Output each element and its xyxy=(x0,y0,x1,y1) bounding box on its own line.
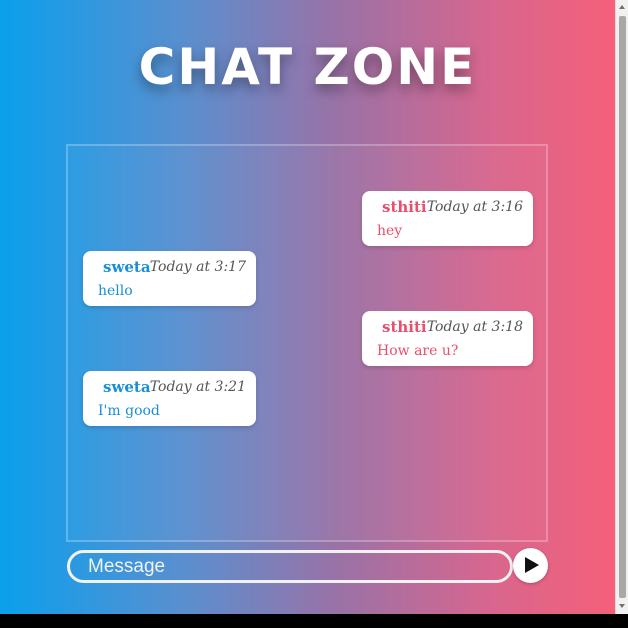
message-input-wrapper xyxy=(67,550,513,583)
sender-name: sweta xyxy=(103,258,151,276)
sender-name: sweta xyxy=(103,378,151,396)
page-scrollbar[interactable] xyxy=(615,0,628,614)
scroll-up-arrow-icon[interactable] xyxy=(619,5,625,9)
message-time: Today at 3:18 xyxy=(426,319,523,335)
messages-panel[interactable]: sthiti Today at 3:16 hey sweta Today at … xyxy=(66,144,548,542)
message-bubble: sweta Today at 3:17 hello xyxy=(83,251,256,306)
chat-app: CHAT ZONE sthiti Today at 3:16 hey sweta… xyxy=(0,0,615,614)
sender-name: sthiti xyxy=(382,318,427,336)
message-input[interactable] xyxy=(88,553,498,580)
scroll-down-arrow-icon[interactable] xyxy=(619,604,625,608)
sender-name: sthiti xyxy=(382,198,427,216)
bottom-edge xyxy=(0,614,628,628)
message-time: Today at 3:17 xyxy=(149,259,246,275)
play-icon xyxy=(525,557,539,573)
message-text: hello xyxy=(98,283,133,299)
message-time: Today at 3:16 xyxy=(426,199,523,215)
message-text: hey xyxy=(377,223,403,239)
message-bubble: sthiti Today at 3:18 How are u? xyxy=(362,311,533,366)
message-text: How are u? xyxy=(377,343,459,359)
send-button[interactable] xyxy=(513,548,548,583)
page-title: CHAT ZONE xyxy=(138,38,477,96)
scrollbar-thumb[interactable] xyxy=(619,16,626,598)
message-time: Today at 3:21 xyxy=(149,379,246,395)
message-text: I'm good xyxy=(98,403,160,419)
message-bubble: sweta Today at 3:21 I'm good xyxy=(83,371,256,426)
message-bubble: sthiti Today at 3:16 hey xyxy=(362,191,533,246)
